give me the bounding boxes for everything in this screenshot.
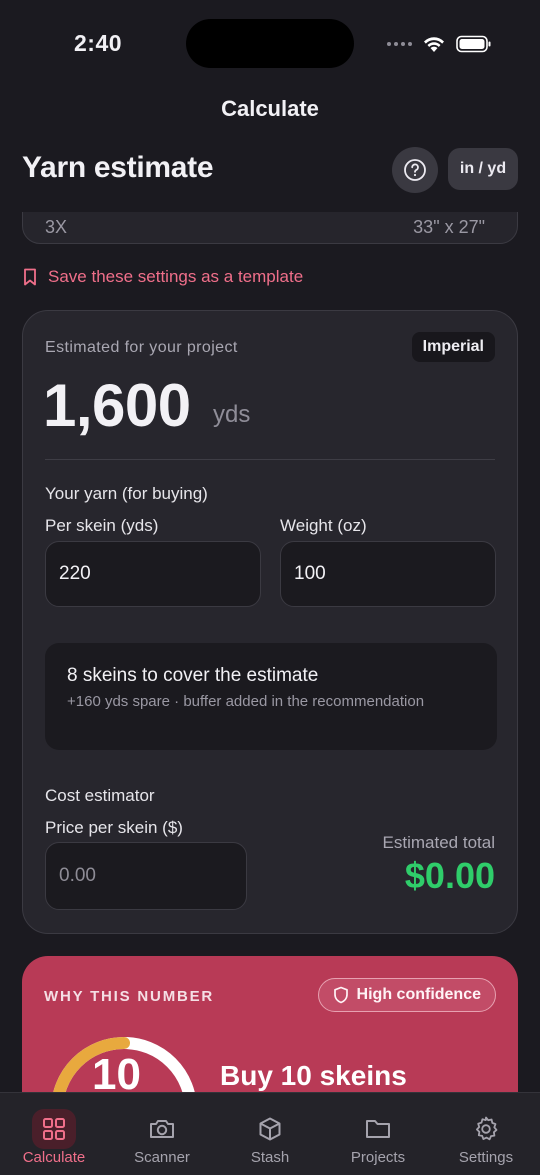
- tab-label: Projects: [350, 1149, 406, 1166]
- cost-estimator-title: Cost estimator: [45, 786, 155, 805]
- scroll-content[interactable]: 3X 33" x 27" Save these settings as a te…: [0, 212, 540, 1092]
- yarn-section-title: Your yarn (for buying): [45, 484, 208, 503]
- confidence-badge[interactable]: High confidence: [317, 978, 496, 1012]
- tab-stash[interactable]: Stash: [216, 1093, 324, 1175]
- tab-label: Calculate: [22, 1149, 86, 1166]
- status-icons: [387, 33, 492, 55]
- weight-value: 100: [294, 563, 326, 584]
- estimate-label: Estimated for your project: [45, 339, 238, 356]
- battery-icon: [456, 35, 491, 53]
- save-template-link[interactable]: Save these settings as a template: [22, 267, 303, 287]
- shield-icon: [333, 986, 348, 1004]
- tab-calculate[interactable]: Calculate: [0, 1093, 108, 1175]
- buy-recommendation: Buy 10 skeins: [220, 1060, 407, 1091]
- bookmark-icon: [24, 268, 36, 286]
- weight-label: Weight (oz): [280, 516, 367, 535]
- unit-toggle-button[interactable]: in / yd: [448, 148, 518, 190]
- why-title: WHY THIS NUMBER: [44, 988, 215, 1005]
- price-input[interactable]: 0.00: [45, 842, 247, 910]
- tab-scanner[interactable]: Scanner: [108, 1093, 216, 1175]
- wifi-icon: [424, 37, 444, 52]
- per-skein-value: 220: [59, 563, 91, 584]
- tab-label: Scanner: [134, 1149, 190, 1166]
- gauge-number: 10: [92, 1050, 141, 1092]
- dynamic-island: [186, 19, 354, 68]
- status-bar: 2:40: [0, 0, 540, 90]
- per-skein-input[interactable]: 220: [45, 541, 261, 607]
- tab-settings[interactable]: Settings: [432, 1093, 540, 1175]
- tab-label: Settings: [458, 1149, 514, 1166]
- signal-icon: [387, 42, 412, 46]
- estimate-card: Estimated for your project Imperial 1,60…: [22, 310, 518, 934]
- why-card[interactable]: WHY THIS NUMBER High confidence 10 Buy 1…: [22, 956, 518, 1092]
- size-dimensions: 33" x 27": [413, 217, 485, 237]
- status-time: 2:40: [74, 30, 123, 56]
- question-icon: [404, 159, 426, 181]
- unit-system-badge: Imperial: [411, 332, 495, 362]
- estimate-value: 1,600: [43, 372, 191, 439]
- tab-bar: Calculate Scanner Stash Projects Setting…: [0, 1092, 540, 1175]
- help-button[interactable]: [392, 147, 438, 193]
- estimated-total-label: Estimated total: [382, 833, 495, 852]
- skeins-summary: 8 skeins to cover the estimate +160 yds …: [45, 643, 497, 750]
- camera-icon: [140, 1109, 184, 1149]
- estimated-total-value: $0.00: [404, 855, 495, 896]
- page-header: Yarn estimate in / yd: [0, 135, 540, 212]
- weight-input[interactable]: 100: [280, 541, 496, 607]
- confidence-label: High confidence: [356, 986, 481, 1003]
- skeins-title: 8 skeins to cover the estimate: [67, 665, 319, 686]
- folder-icon: [356, 1109, 400, 1149]
- gear-icon: [464, 1109, 508, 1149]
- grid-icon: [32, 1109, 76, 1149]
- price-placeholder: 0.00: [59, 865, 96, 886]
- divider: [45, 459, 495, 460]
- size-card[interactable]: 3X 33" x 27": [22, 212, 518, 244]
- price-per-skein-label: Price per skein ($): [45, 818, 183, 837]
- tab-projects[interactable]: Projects: [324, 1093, 432, 1175]
- page-title: Yarn estimate: [22, 151, 214, 184]
- tab-label: Stash: [250, 1149, 290, 1166]
- skeins-subtitle: +160 yds spare · buffer added in the rec…: [67, 693, 425, 710]
- box-icon: [248, 1109, 292, 1149]
- size-label: 3X: [45, 217, 68, 237]
- save-template-label: Save these settings as a template: [48, 267, 304, 286]
- estimate-unit: yds: [213, 401, 251, 428]
- nav-title: Calculate: [221, 96, 319, 121]
- per-skein-label: Per skein (yds): [45, 516, 159, 535]
